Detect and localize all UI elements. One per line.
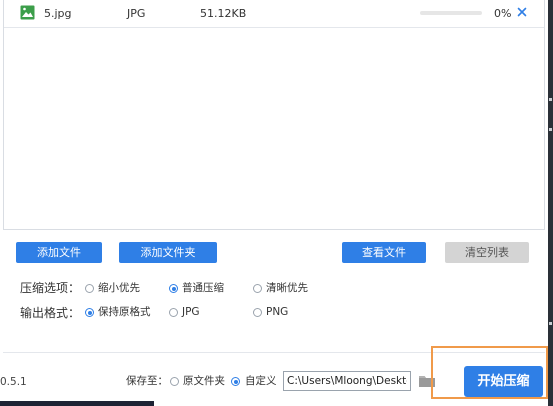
compress-option-label[interactable]: 清晰优先 <box>266 281 308 295</box>
compress-option-radio[interactable] <box>169 284 178 293</box>
close-icon[interactable] <box>515 5 529 19</box>
compress-option-radio[interactable] <box>253 284 262 293</box>
save-path-input[interactable] <box>283 371 411 391</box>
start-compress-button[interactable]: 开始压缩 <box>464 366 543 397</box>
compress-options-label: 压缩选项： <box>20 281 81 295</box>
output-format-radio[interactable] <box>169 308 178 317</box>
compress-option-label[interactable]: 普通压缩 <box>182 281 224 295</box>
compress-option-label[interactable]: 缩小优先 <box>98 281 140 295</box>
output-format-radio[interactable] <box>85 308 94 317</box>
output-format-option-label[interactable]: JPG <box>182 305 200 319</box>
taskbar <box>0 401 154 406</box>
output-format-option-label[interactable]: PNG <box>266 305 288 319</box>
file-size: 51.12KB <box>200 7 247 20</box>
file-type: JPG <box>127 7 146 20</box>
save-to-option-label[interactable]: 自定义 <box>245 374 277 388</box>
view-file-button[interactable]: 查看文件 <box>342 242 426 263</box>
table-row[interactable]: 5.jpg JPG 51.12KB 0% <box>4 0 544 28</box>
compress-option-radio[interactable] <box>85 284 94 293</box>
save-to-label: 保存至： <box>126 375 168 387</box>
file-name: 5.jpg <box>44 7 72 20</box>
compressor-window: 5.jpg JPG 51.12KB 0% 添加文件 添加文件夹 查看文件 清空列… <box>0 0 548 406</box>
save-to-option-label[interactable]: 原文件夹 <box>183 374 225 388</box>
image-file-icon <box>20 5 35 20</box>
version-label: 0.5.1 <box>0 376 27 388</box>
adjacent-window-edge <box>548 0 553 406</box>
progress-percent: 0% <box>494 7 512 20</box>
output-format-option-label[interactable]: 保持原格式 <box>98 305 151 319</box>
output-format-radio[interactable] <box>253 308 262 317</box>
add-folder-button[interactable]: 添加文件夹 <box>119 242 217 263</box>
file-list: 5.jpg JPG 51.12KB 0% <box>3 0 545 230</box>
output-format-label: 输出格式： <box>20 306 81 320</box>
save-to-radio[interactable] <box>231 377 240 386</box>
save-to-radio[interactable] <box>170 377 179 386</box>
add-file-button[interactable]: 添加文件 <box>16 242 102 263</box>
progress-bar <box>420 11 482 15</box>
clear-list-button[interactable]: 清空列表 <box>445 242 529 263</box>
